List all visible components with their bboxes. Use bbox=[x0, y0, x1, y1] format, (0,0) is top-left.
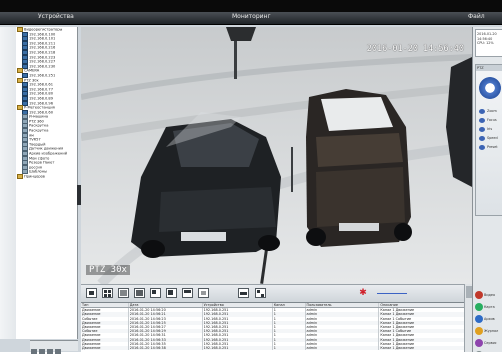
plugin-icon bbox=[475, 302, 483, 311]
record-icon[interactable]: ✱ bbox=[359, 289, 367, 298]
ptz-zoom-label: Zoom bbox=[487, 109, 497, 113]
layout-toolbar: ✱ bbox=[81, 284, 472, 302]
event-log: Тип Дата Устройство Канал Пользователь Описан… bbox=[81, 302, 472, 353]
menu-monitoring[interactable]: Мониторинг bbox=[232, 13, 271, 20]
status-cpu: CPU: 12% bbox=[477, 41, 494, 45]
tree-item-label: Принцоров bbox=[24, 174, 45, 179]
plugin-label: Журнал bbox=[484, 328, 499, 333]
ptz-direction-wheel-icon[interactable] bbox=[479, 77, 501, 99]
plugin-item[interactable]: Сервис bbox=[475, 337, 502, 348]
plugin-icon bbox=[475, 338, 483, 347]
camera-label: PTZ 30x bbox=[86, 265, 130, 275]
plugin-list: ВидеоКартаАрхивЖурналСервисВыход bbox=[475, 289, 502, 352]
menu-bar: Устройства Мониторинг Файл bbox=[0, 12, 502, 25]
tree-group[interactable]: Принцоров bbox=[16, 174, 77, 179]
log-cell: Канал 1 Движение bbox=[378, 345, 472, 351]
log-cell: 2016-01-20 14:56:38 bbox=[128, 345, 203, 351]
plugin-item[interactable]: Журнал bbox=[475, 325, 502, 336]
layout-3x3-icon[interactable] bbox=[118, 288, 129, 298]
ptz-zoom-button[interactable] bbox=[479, 109, 485, 114]
ptz-iris-label: Iris bbox=[487, 127, 493, 131]
ptz-panel-title: PTZ bbox=[476, 65, 502, 71]
layout-4x4-icon[interactable] bbox=[134, 288, 145, 298]
layout-1plus7-icon[interactable] bbox=[166, 288, 177, 298]
volume-slider[interactable] bbox=[377, 293, 407, 294]
video-timestamp: 2016-01-20 14:56:40 bbox=[366, 44, 464, 54]
plugin-icon bbox=[475, 314, 483, 323]
log-cell: 1 bbox=[272, 345, 306, 351]
ptz-focus-button[interactable] bbox=[479, 118, 485, 123]
title-strip bbox=[0, 0, 502, 12]
plugin-label: Архив bbox=[484, 316, 495, 321]
ptz-preset-label: Preset bbox=[487, 145, 498, 149]
layout-1x1-icon[interactable] bbox=[86, 288, 97, 298]
log-cell: admin bbox=[305, 345, 380, 351]
layout-2x2-icon[interactable] bbox=[102, 288, 113, 298]
status-box: 2016-01-20 14:56:40 CPU: 12% bbox=[475, 29, 502, 57]
camera-scene-image bbox=[81, 27, 472, 284]
ptz-speed-label: Speed bbox=[487, 136, 498, 140]
ptz-panel: PTZ Zoom Focus Iris Speed Preset bbox=[475, 64, 502, 216]
video-feed[interactable]: 2016-01-20 14:56:40 PTZ 30x bbox=[81, 27, 472, 284]
plugin-item[interactable]: Видео bbox=[475, 289, 502, 300]
device-tree[interactable]: Видеорегистраторы 192.168.0.100 192.168.0.… bbox=[16, 27, 78, 339]
left-gutter bbox=[0, 27, 16, 339]
ptz-preset-button[interactable] bbox=[479, 145, 485, 150]
layout-custom-icon[interactable] bbox=[182, 288, 193, 298]
ptz-focus-label: Focus bbox=[487, 118, 497, 122]
control-panel: 2016-01-20 14:56:40 CPU: 12% PTZ Zoom Fo… bbox=[472, 27, 502, 352]
fullscreen-icon[interactable] bbox=[198, 288, 209, 298]
plugin-item[interactable]: Архив bbox=[475, 313, 502, 324]
ptz-iris-button[interactable] bbox=[479, 127, 485, 132]
plugin-icon bbox=[475, 326, 483, 335]
log-cell: Движение bbox=[81, 345, 129, 351]
plugin-label: Карта bbox=[484, 304, 495, 309]
log-row[interactable]: Движение 2016-01-20 14:56:38 192.168.0.251… bbox=[81, 345, 472, 351]
menu-devices[interactable]: Устройства bbox=[38, 13, 74, 20]
pip-icon[interactable] bbox=[255, 288, 266, 298]
plugin-icon bbox=[475, 290, 483, 299]
menu-file[interactable]: Файл bbox=[468, 13, 485, 20]
ptz-speed-button[interactable] bbox=[479, 136, 485, 141]
plugin-label: Сервис bbox=[484, 340, 497, 345]
car-right bbox=[306, 89, 412, 247]
app-window: Устройства Мониторинг Файл Видеорегистра… bbox=[0, 0, 502, 354]
folder-icon bbox=[17, 174, 23, 179]
tree-footer bbox=[30, 340, 78, 354]
plugin-label: Видео bbox=[484, 292, 496, 297]
log-cell: 192.168.0.251 bbox=[202, 345, 273, 351]
plugin-item[interactable]: Карта bbox=[475, 301, 502, 312]
layout-1plus5-icon[interactable] bbox=[150, 288, 161, 298]
snapshot-icon[interactable] bbox=[238, 288, 249, 298]
